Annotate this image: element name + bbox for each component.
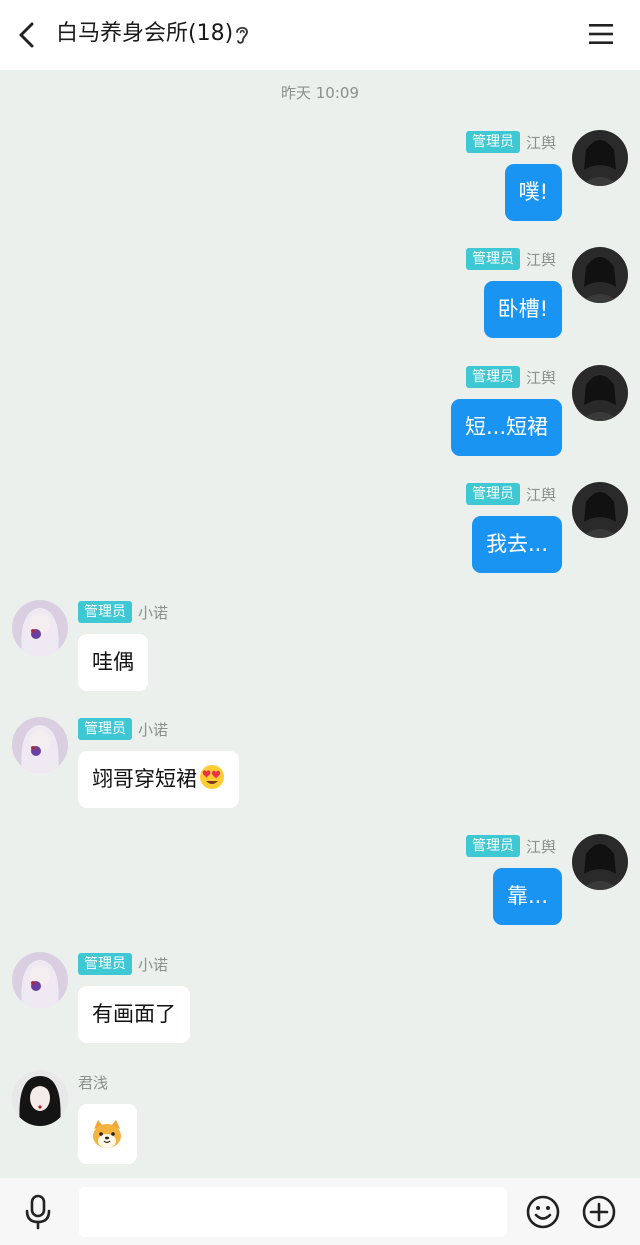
sender-name: 君浅 <box>78 1073 109 1092</box>
chat-header: 白马养身会所(18) <box>0 0 640 70</box>
chat-title: 白马养身会所(18) <box>56 21 234 46</box>
plus-circle-icon[interactable] <box>582 1195 616 1229</box>
message-row: 管理员 江舆 我去... <box>0 482 640 592</box>
admin-badge: 管理员 <box>465 131 520 153</box>
message-bubble[interactable]: 我去... <box>471 516 562 573</box>
microphone-icon[interactable] <box>24 1194 52 1230</box>
sender-name: 小诺 <box>138 603 169 622</box>
admin-badge: 管理员 <box>465 483 520 505</box>
sender-name: 江舆 <box>525 837 556 856</box>
avatar[interactable] <box>572 482 628 538</box>
admin-badge: 管理员 <box>465 366 520 388</box>
input-bar <box>0 1178 640 1245</box>
admin-badge: 管理员 <box>78 601 132 623</box>
sender-name: 江舆 <box>525 368 556 387</box>
message-row: 管理员 江舆 噗! <box>0 130 640 240</box>
message-row: 管理员 小诺 翊哥穿短裙 <box>0 717 640 827</box>
sender-name: 小诺 <box>138 955 169 974</box>
smiley-icon[interactable] <box>526 1195 560 1229</box>
admin-badge: 管理员 <box>465 835 520 857</box>
hamburger-menu-icon[interactable] <box>588 22 614 46</box>
sender-name: 小诺 <box>138 720 169 739</box>
heart-eyes-emoji-icon <box>200 765 224 789</box>
avatar[interactable] <box>572 247 628 303</box>
message-row: 管理员 小诺 有画面了 <box>0 952 640 1062</box>
avatar[interactable] <box>12 952 68 1008</box>
avatar[interactable] <box>12 717 68 773</box>
chat-timestamp: 昨天 10:09 <box>281 84 359 102</box>
back-arrow-icon[interactable] <box>14 20 42 50</box>
message-bubble[interactable]: 哇偶 <box>78 634 148 691</box>
message-text: 翊哥穿短裙 <box>92 767 197 791</box>
message-bubble[interactable]: 翊哥穿短裙 <box>78 751 239 808</box>
avatar[interactable] <box>12 600 68 656</box>
sender-name: 江舆 <box>525 485 556 504</box>
message-row: 管理员 江舆 靠... <box>0 834 640 944</box>
avatar[interactable] <box>12 1070 68 1126</box>
message-row: 管理员 江舆 卧槽! <box>0 247 640 357</box>
shiba-dog-emoji-icon <box>93 1120 121 1148</box>
message-row: 管理员 江舆 短...短裙 <box>0 365 640 475</box>
message-bubble[interactable]: 卧槽! <box>483 281 562 338</box>
message-bubble[interactable]: 短...短裙 <box>450 399 562 456</box>
message-bubble[interactable]: 靠... <box>492 868 562 925</box>
admin-badge: 管理员 <box>78 718 132 740</box>
message-bubble[interactable] <box>78 1104 137 1164</box>
message-bubble[interactable]: 噗! <box>504 164 562 221</box>
avatar[interactable] <box>572 365 628 421</box>
message-bubble[interactable]: 有画面了 <box>78 986 190 1043</box>
message-input[interactable] <box>79 1187 507 1237</box>
avatar[interactable] <box>572 834 628 890</box>
message-row: 君浅 <box>0 1070 640 1180</box>
admin-badge: 管理员 <box>465 248 520 270</box>
ear-icon <box>236 26 248 44</box>
sender-name: 江舆 <box>525 250 556 269</box>
avatar[interactable] <box>572 130 628 186</box>
sender-name: 江舆 <box>525 133 556 152</box>
message-row: 管理员 小诺 哇偶 <box>0 600 640 710</box>
admin-badge: 管理员 <box>78 953 132 975</box>
